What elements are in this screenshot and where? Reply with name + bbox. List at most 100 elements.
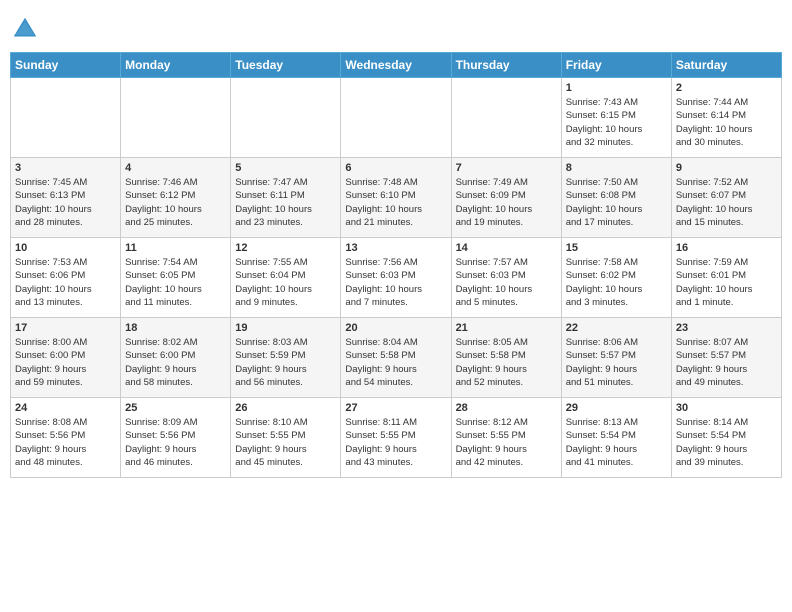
calendar-cell — [231, 78, 341, 158]
calendar-cell: 9 Sunrise: 7:52 AM Sunset: 6:07 PM Daylig… — [671, 158, 781, 238]
day-number: 13 — [345, 242, 446, 254]
day-number: 19 — [235, 322, 336, 334]
day-info: Sunrise: 7:45 AM Sunset: 6:13 PM Dayligh… — [15, 176, 116, 229]
logo — [10, 14, 45, 44]
calendar-body: 1 Sunrise: 7:43 AM Sunset: 6:15 PM Daylig… — [11, 78, 782, 478]
day-number: 3 — [15, 162, 116, 174]
calendar-cell — [451, 78, 561, 158]
day-info: Sunrise: 7:49 AM Sunset: 6:09 PM Dayligh… — [456, 176, 557, 229]
calendar-cell: 22Sunrise: 8:06 AM Sunset: 5:57 PM Dayli… — [561, 318, 671, 398]
weekday-header-tuesday: Tuesday — [231, 53, 341, 78]
calendar-week-row: 3 Sunrise: 7:45 AM Sunset: 6:13 PM Daylig… — [11, 158, 782, 238]
day-info: Sunrise: 8:08 AM Sunset: 5:56 PM Dayligh… — [15, 416, 116, 469]
day-number: 27 — [345, 402, 446, 414]
day-number: 28 — [456, 402, 557, 414]
day-info: Sunrise: 8:00 AM Sunset: 6:00 PM Dayligh… — [15, 336, 116, 389]
calendar-week-row: 1 Sunrise: 7:43 AM Sunset: 6:15 PM Daylig… — [11, 78, 782, 158]
day-info: Sunrise: 8:07 AM Sunset: 5:57 PM Dayligh… — [676, 336, 777, 389]
day-info: Sunrise: 7:46 AM Sunset: 6:12 PM Dayligh… — [125, 176, 226, 229]
calendar-cell: 13 Sunrise: 7:56 AM Sunset: 6:03 PM Dayli… — [341, 238, 451, 318]
day-info: Sunrise: 8:10 AM Sunset: 5:55 PM Dayligh… — [235, 416, 336, 469]
day-number: 17 — [15, 322, 116, 334]
day-info: Sunrise: 7:58 AM Sunset: 6:02 PM Dayligh… — [566, 256, 667, 309]
day-info: Sunrise: 8:11 AM Sunset: 5:55 PM Dayligh… — [345, 416, 446, 469]
day-number: 8 — [566, 162, 667, 174]
day-number: 2 — [676, 82, 777, 94]
day-number: 1 — [566, 82, 667, 94]
day-info: Sunrise: 7:57 AM Sunset: 6:03 PM Dayligh… — [456, 256, 557, 309]
day-info: Sunrise: 7:54 AM Sunset: 6:05 PM Dayligh… — [125, 256, 226, 309]
day-info: Sunrise: 7:56 AM Sunset: 6:03 PM Dayligh… — [345, 256, 446, 309]
day-number: 6 — [345, 162, 446, 174]
day-info: Sunrise: 7:48 AM Sunset: 6:10 PM Dayligh… — [345, 176, 446, 229]
day-info: Sunrise: 7:53 AM Sunset: 6:06 PM Dayligh… — [15, 256, 116, 309]
calendar-cell — [341, 78, 451, 158]
calendar-cell: 19 Sunrise: 8:03 AM Sunset: 5:59 PM Dayli… — [231, 318, 341, 398]
calendar-cell: 24 Sunrise: 8:08 AM Sunset: 5:56 PM Dayli… — [11, 398, 121, 478]
calendar-cell: 5 Sunrise: 7:47 AM Sunset: 6:11 PM Daylig… — [231, 158, 341, 238]
day-info: Sunrise: 8:14 AM Sunset: 5:54 PM Dayligh… — [676, 416, 777, 469]
calendar-cell: 17 Sunrise: 8:00 AM Sunset: 6:00 PM Dayli… — [11, 318, 121, 398]
day-number: 23 — [676, 322, 777, 334]
day-number: 4 — [125, 162, 226, 174]
calendar-cell: 1 Sunrise: 7:43 AM Sunset: 6:15 PM Daylig… — [561, 78, 671, 158]
day-info: Sunrise: 8:12 AM Sunset: 5:55 PM Dayligh… — [456, 416, 557, 469]
weekday-header-friday: Friday — [561, 53, 671, 78]
calendar-cell: 26 Sunrise: 8:10 AM Sunset: 5:55 PM Dayli… — [231, 398, 341, 478]
day-info: Sunrise: 7:52 AM Sunset: 6:07 PM Dayligh… — [676, 176, 777, 229]
day-number: 15 — [566, 242, 667, 254]
day-number: 25 — [125, 402, 226, 414]
calendar-cell — [121, 78, 231, 158]
calendar-cell: 2 Sunrise: 7:44 AM Sunset: 6:14 PM Daylig… — [671, 78, 781, 158]
day-number: 7 — [456, 162, 557, 174]
day-info: Sunrise: 8:05 AM Sunset: 5:58 PM Dayligh… — [456, 336, 557, 389]
calendar-cell: 18 Sunrise: 8:02 AM Sunset: 6:00 PM Dayli… — [121, 318, 231, 398]
calendar-cell: 12Sunrise: 7:55 AM Sunset: 6:04 PM Dayli… — [231, 238, 341, 318]
day-number: 16 — [676, 242, 777, 254]
day-number: 20 — [345, 322, 446, 334]
page-header — [10, 10, 782, 44]
calendar-cell: 20 Sunrise: 8:04 AM Sunset: 5:58 PM Dayli… — [341, 318, 451, 398]
day-info: Sunrise: 8:13 AM Sunset: 5:54 PM Dayligh… — [566, 416, 667, 469]
calendar-cell: 11 Sunrise: 7:54 AM Sunset: 6:05 PM Dayli… — [121, 238, 231, 318]
day-info: Sunrise: 8:04 AM Sunset: 5:58 PM Dayligh… — [345, 336, 446, 389]
day-info: Sunrise: 8:09 AM Sunset: 5:56 PM Dayligh… — [125, 416, 226, 469]
calendar-cell: 30 Sunrise: 8:14 AM Sunset: 5:54 PM Dayli… — [671, 398, 781, 478]
calendar-cell: 27 Sunrise: 8:11 AM Sunset: 5:55 PM Dayli… — [341, 398, 451, 478]
day-number: 30 — [676, 402, 777, 414]
day-number: 10 — [15, 242, 116, 254]
day-info: Sunrise: 7:43 AM Sunset: 6:15 PM Dayligh… — [566, 96, 667, 149]
day-info: Sunrise: 7:47 AM Sunset: 6:11 PM Dayligh… — [235, 176, 336, 229]
day-info: Sunrise: 7:59 AM Sunset: 6:01 PM Dayligh… — [676, 256, 777, 309]
day-info: Sunrise: 8:03 AM Sunset: 5:59 PM Dayligh… — [235, 336, 336, 389]
calendar-table: SundayMondayTuesdayWednesdayThursdayFrid… — [10, 52, 782, 478]
calendar-cell: 28 Sunrise: 8:12 AM Sunset: 5:55 PM Dayli… — [451, 398, 561, 478]
calendar-cell: 8Sunrise: 7:50 AM Sunset: 6:08 PM Daylig… — [561, 158, 671, 238]
calendar-week-row: 17 Sunrise: 8:00 AM Sunset: 6:00 PM Dayli… — [11, 318, 782, 398]
calendar-cell: 7 Sunrise: 7:49 AM Sunset: 6:09 PM Daylig… — [451, 158, 561, 238]
calendar-cell: 29 Sunrise: 8:13 AM Sunset: 5:54 PM Dayli… — [561, 398, 671, 478]
weekday-header-sunday: Sunday — [11, 53, 121, 78]
day-info: Sunrise: 8:02 AM Sunset: 6:00 PM Dayligh… — [125, 336, 226, 389]
calendar-cell: 25 Sunrise: 8:09 AM Sunset: 5:56 PM Dayli… — [121, 398, 231, 478]
calendar-cell: 23 Sunrise: 8:07 AM Sunset: 5:57 PM Dayli… — [671, 318, 781, 398]
day-number: 29 — [566, 402, 667, 414]
day-number: 26 — [235, 402, 336, 414]
day-number: 18 — [125, 322, 226, 334]
day-info: Sunrise: 7:44 AM Sunset: 6:14 PM Dayligh… — [676, 96, 777, 149]
day-number: 11 — [125, 242, 226, 254]
calendar-cell: 16 Sunrise: 7:59 AM Sunset: 6:01 PM Dayli… — [671, 238, 781, 318]
weekday-header-thursday: Thursday — [451, 53, 561, 78]
day-number: 22 — [566, 322, 667, 334]
day-number: 21 — [456, 322, 557, 334]
calendar-cell — [11, 78, 121, 158]
calendar-cell: 14 Sunrise: 7:57 AM Sunset: 6:03 PM Dayli… — [451, 238, 561, 318]
day-number: 24 — [15, 402, 116, 414]
day-number: 9 — [676, 162, 777, 174]
day-number: 5 — [235, 162, 336, 174]
day-number: 12 — [235, 242, 336, 254]
day-number: 14 — [456, 242, 557, 254]
calendar-header-row: SundayMondayTuesdayWednesdayThursdayFrid… — [11, 53, 782, 78]
calendar-cell: 3 Sunrise: 7:45 AM Sunset: 6:13 PM Daylig… — [11, 158, 121, 238]
calendar-week-row: 24 Sunrise: 8:08 AM Sunset: 5:56 PM Dayli… — [11, 398, 782, 478]
